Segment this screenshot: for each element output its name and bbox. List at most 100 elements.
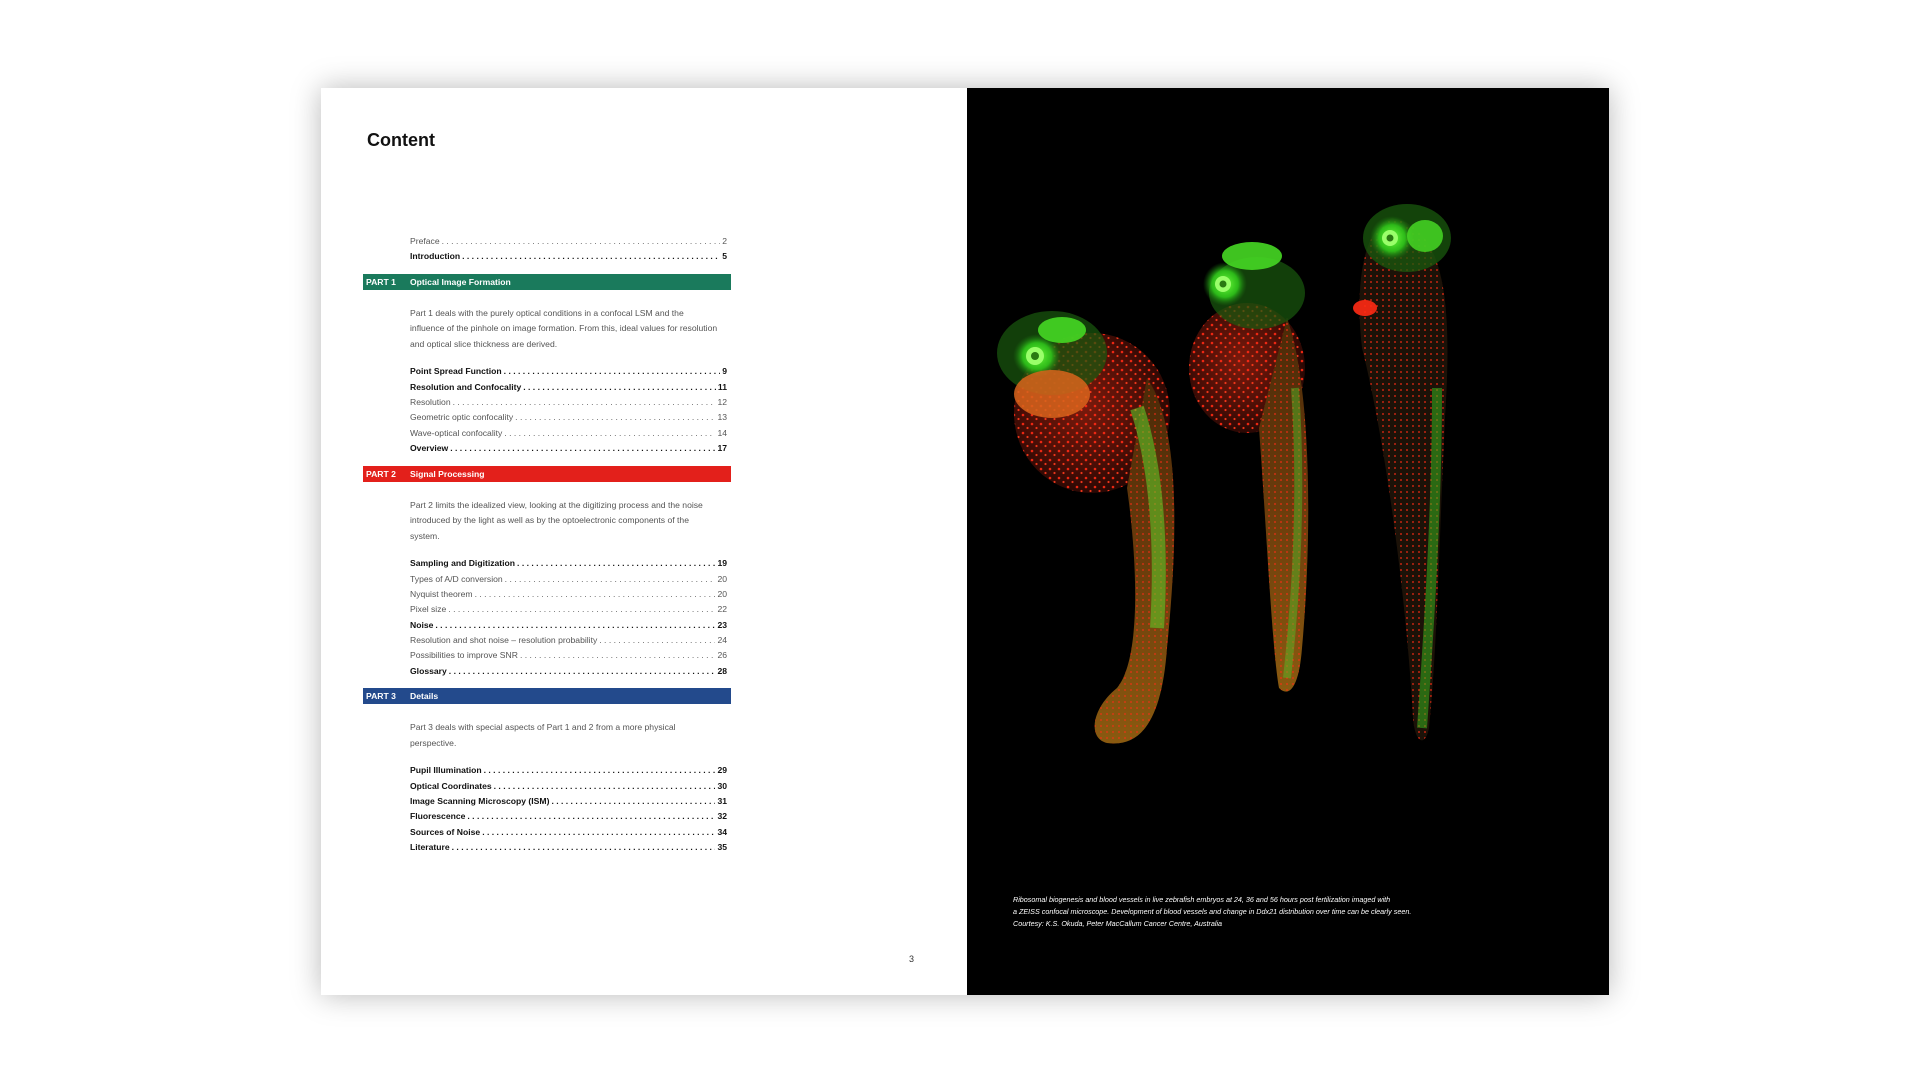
toc-entry-page: 28	[717, 666, 727, 676]
caption-line: a ZEISS confocal microscope. Development…	[1013, 906, 1573, 918]
toc-entry-label: Literature	[410, 842, 450, 852]
toc-entry-label: Resolution	[410, 397, 451, 407]
toc-entry-label: Glossary	[410, 666, 447, 676]
toc-entry-page: 2	[722, 236, 727, 246]
part-header-bar[interactable]: PART 2 Signal Processing	[363, 466, 731, 482]
toc-entry-preface[interactable]: Preface 2	[410, 236, 727, 251]
toc-entry-label: Introduction	[410, 251, 460, 261]
toc-leader-dots	[523, 382, 716, 392]
document-spread: Content Preface 2 Introduction 5 PART 1	[321, 88, 1609, 995]
toc-entry-label: Preface	[410, 236, 440, 246]
toc-entry-label: Optical Coordinates	[410, 781, 492, 791]
toc-entry[interactable]: Fluorescence 32	[410, 811, 727, 826]
embryo-24hpf	[997, 311, 1174, 744]
toc-entry[interactable]: Image Scanning Microscopy (ISM) 31	[410, 796, 727, 811]
part-title: Details	[410, 691, 438, 701]
contents-page: Content Preface 2 Introduction 5 PART 1	[321, 88, 967, 995]
toc-entry-page: 9	[722, 366, 727, 376]
toc-entry-label: Fluorescence	[410, 811, 465, 821]
part-section-1: PART 1 Optical Image Formation Part 1 de…	[363, 274, 731, 459]
toc-entry-introduction[interactable]: Introduction 5	[410, 251, 727, 266]
part-title: Signal Processing	[410, 469, 485, 479]
part-number: PART 1	[363, 277, 410, 287]
toc-leader-dots	[505, 574, 716, 584]
part-description: Part 3 deals with special aspects of Par…	[410, 720, 720, 751]
toc-entry[interactable]: Resolution and shot noise – resolution p…	[410, 635, 727, 650]
table-of-contents: Preface 2 Introduction 5 PART 1 Optical …	[363, 236, 731, 858]
toc-leader-dots	[484, 765, 716, 775]
toc-leader-dots	[551, 796, 715, 806]
toc-entry-page: 24	[717, 635, 727, 645]
part-entries: Pupil Illumination 29 Optical Coordinate…	[363, 765, 731, 857]
toc-entry-label: Noise	[410, 620, 433, 630]
toc-entry[interactable]: Wave-optical confocality 14	[410, 428, 727, 443]
toc-entry-page: 5	[722, 251, 727, 261]
embryo-56hpf	[1353, 204, 1451, 740]
toc-leader-dots	[462, 251, 720, 261]
toc-entry[interactable]: Overview 17	[410, 443, 727, 458]
toc-entry-label: Image Scanning Microscopy (ISM)	[410, 796, 549, 806]
toc-entry-label: Wave-optical confocality	[410, 428, 502, 438]
toc-leader-dots	[452, 842, 716, 852]
caption-line: Ribosomal biogenesis and blood vessels i…	[1013, 894, 1573, 906]
toc-entry-page: 13	[717, 412, 727, 422]
part-entries: Point Spread Function 9 Resolution and C…	[363, 366, 731, 458]
part-header-bar[interactable]: PART 3 Details	[363, 688, 731, 704]
toc-entry-label: Resolution and shot noise – resolution p…	[410, 635, 597, 645]
embryo-36hpf	[1189, 242, 1308, 692]
toc-leader-dots	[435, 620, 715, 630]
toc-entry-page: 20	[717, 589, 727, 599]
part-entries: Sampling and Digitization 19 Types of A/…	[363, 558, 731, 681]
toc-leader-dots	[504, 366, 721, 376]
toc-entry-page: 32	[717, 811, 727, 821]
toc-leader-dots	[475, 589, 716, 599]
part-header-bar[interactable]: PART 1 Optical Image Formation	[363, 274, 731, 290]
toc-entry-page: 19	[717, 558, 727, 568]
toc-leader-dots	[504, 428, 715, 438]
toc-entry[interactable]: Optical Coordinates 30	[410, 781, 727, 796]
toc-entry-label: Point Spread Function	[410, 366, 502, 376]
intro-list: Preface 2 Introduction 5	[363, 236, 731, 267]
part-section-2: PART 2 Signal Processing Part 2 limits t…	[363, 466, 731, 682]
toc-entry[interactable]: Point Spread Function 9	[410, 366, 727, 381]
toc-leader-dots	[448, 604, 715, 614]
toc-entry-page: 22	[717, 604, 727, 614]
toc-leader-dots	[520, 650, 716, 660]
toc-entry[interactable]: Types of A/D conversion 20	[410, 574, 727, 589]
toc-leader-dots	[442, 236, 721, 246]
toc-entry[interactable]: Pupil Illumination 29	[410, 765, 727, 780]
part-description: Part 1 deals with the purely optical con…	[410, 306, 720, 353]
toc-entry-label: Resolution and Confocality	[410, 382, 521, 392]
part-title: Optical Image Formation	[410, 277, 511, 287]
part-number: PART 3	[363, 691, 410, 701]
toc-entry[interactable]: Pixel size 22	[410, 604, 727, 619]
zebrafish-micrograph	[967, 88, 1609, 995]
toc-leader-dots	[517, 558, 715, 568]
toc-entry-page: 31	[717, 796, 727, 806]
toc-entry-page: 11	[718, 382, 727, 392]
toc-entry-page: 26	[717, 650, 727, 660]
toc-entry-page: 12	[717, 397, 727, 407]
caption-line: Courtesy: K.S. Okuda, Peter MacCallum Ca…	[1013, 918, 1573, 930]
toc-entry[interactable]: Geometric optic confocality 13	[410, 412, 727, 427]
toc-entry-label: Types of A/D conversion	[410, 574, 503, 584]
toc-leader-dots	[599, 635, 715, 645]
toc-entry-page: 35	[717, 842, 727, 852]
toc-entry[interactable]: Resolution and Confocality 11	[410, 382, 727, 397]
part-description: Part 2 limits the idealized view, lookin…	[410, 498, 720, 545]
toc-entry[interactable]: Resolution 12	[410, 397, 727, 412]
toc-entry[interactable]: Sampling and Digitization 19	[410, 558, 727, 573]
toc-entry-label: Pupil Illumination	[410, 765, 482, 775]
toc-entry[interactable]: Glossary 28	[410, 666, 727, 681]
toc-entry-page: 30	[717, 781, 727, 791]
page-number: 3	[909, 954, 914, 964]
toc-entry[interactable]: Possibilities to improve SNR 26	[410, 650, 727, 665]
toc-leader-dots	[494, 781, 716, 791]
toc-entry[interactable]: Literature 35	[410, 842, 727, 857]
toc-leader-dots	[482, 827, 715, 837]
toc-entry[interactable]: Sources of Noise 34	[410, 827, 727, 842]
toc-entry-page: 23	[717, 620, 727, 630]
figure-caption: Ribosomal biogenesis and blood vessels i…	[1013, 894, 1573, 931]
toc-entry[interactable]: Noise 23	[410, 620, 727, 635]
toc-entry[interactable]: Nyquist theorem 20	[410, 589, 727, 604]
